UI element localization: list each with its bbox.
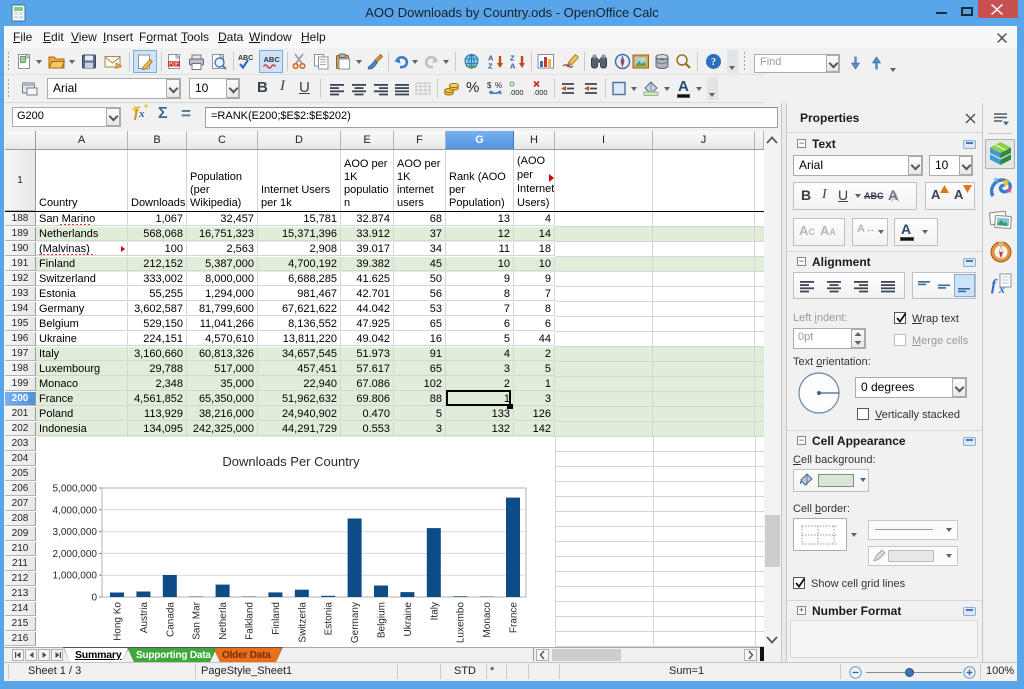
svg-text:San Mar: San Mar (192, 601, 203, 639)
svg-text:Netherla: Netherla (218, 602, 229, 640)
svg-text:5,000,000: 5,000,000 (53, 484, 98, 495)
svg-text:Germany: Germany (350, 602, 361, 643)
svg-text:Finland: Finland (271, 602, 282, 635)
svg-text:ABC: ABC (264, 55, 281, 64)
svg-text:$: $ (487, 81, 492, 90)
svg-text:PDF: PDF (169, 62, 179, 68)
svg-text:%: % (495, 81, 502, 90)
svg-text:?: ? (711, 57, 716, 68)
svg-text:Italy: Italy (429, 602, 440, 620)
svg-text:Belgium: Belgium (377, 602, 388, 638)
svg-text:Switzerla: Switzerla (297, 602, 308, 643)
svg-text:Downloads Per Country: Downloads Per Country (222, 454, 360, 469)
svg-text:0: 0 (91, 593, 97, 604)
svg-text:France: France (509, 602, 520, 634)
svg-text:Luxembo: Luxembo (456, 602, 467, 644)
svg-text:Z: Z (488, 62, 493, 71)
svg-text:.000: .000 (533, 88, 548, 97)
svg-text:1,000,000: 1,000,000 (53, 571, 98, 582)
svg-text:Estonia: Estonia (324, 602, 335, 636)
svg-text:Canada: Canada (165, 602, 176, 637)
svg-text:Falkland: Falkland (245, 602, 256, 640)
svg-text:ABC: ABC (238, 55, 253, 62)
svg-text:A: A (510, 62, 516, 71)
svg-text:3,000,000: 3,000,000 (53, 527, 98, 538)
svg-text:.000: .000 (509, 88, 524, 97)
svg-text:4,000,000: 4,000,000 (53, 505, 98, 516)
svg-text:x: x (998, 282, 1005, 294)
svg-text:2,000,000: 2,000,000 (53, 549, 98, 560)
svg-text:Monaco: Monaco (482, 602, 493, 638)
svg-text:N: N (999, 241, 1003, 247)
svg-text:Ukraine: Ukraine (403, 602, 414, 637)
svg-text:Hong Ko: Hong Ko (113, 602, 124, 641)
svg-text:Austria: Austria (139, 602, 150, 634)
svg-text:f: f (991, 277, 998, 294)
